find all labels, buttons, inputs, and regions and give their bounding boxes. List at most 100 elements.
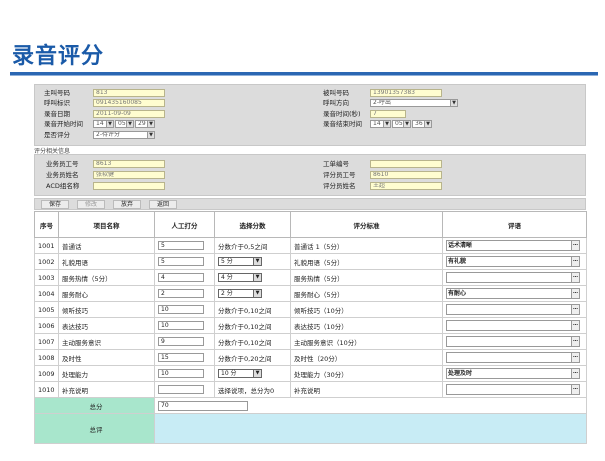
caller-field[interactable]: 813 bbox=[93, 89, 165, 97]
comment-field[interactable]: 话术清晰… bbox=[446, 240, 580, 251]
date-label: 录音日期 bbox=[44, 110, 70, 118]
manual-score-input[interactable] bbox=[158, 385, 204, 394]
row-no: 1010 bbox=[34, 381, 59, 398]
comment-field[interactable]: … bbox=[446, 336, 580, 347]
manual-score-input[interactable]: 10 bbox=[158, 369, 204, 378]
manual-score-input[interactable]: 2 bbox=[158, 289, 204, 298]
total-row: 总分 70 bbox=[34, 397, 587, 414]
ellipsis-icon[interactable]: … bbox=[571, 385, 579, 394]
rater-id-field[interactable]: 8610 bbox=[370, 171, 442, 179]
agent-name-label: 业务员姓名 bbox=[46, 171, 79, 179]
manual-score-input[interactable]: 10 bbox=[158, 305, 204, 314]
end-hour-select[interactable]: 14 ▼ bbox=[370, 120, 391, 128]
work-no-field[interactable] bbox=[370, 160, 442, 168]
row-standard: 主动服务意识（10分） bbox=[290, 333, 443, 350]
ellipsis-icon[interactable]: … bbox=[571, 321, 579, 330]
row-no: 1007 bbox=[34, 333, 59, 350]
row-no: 1001 bbox=[34, 237, 59, 254]
score-range-text: 分数介于0,10之间 bbox=[214, 333, 291, 350]
ellipsis-icon[interactable]: … bbox=[571, 273, 579, 282]
score-select[interactable]: 4 分 ▼ bbox=[218, 273, 262, 282]
score-select[interactable]: 10 分 ▼ bbox=[218, 369, 262, 378]
row-standard: 服务热情（5分） bbox=[290, 269, 443, 286]
summary-textarea[interactable] bbox=[154, 413, 587, 444]
score-table: 序号 项目名称 人工打分 选择分数 评分标准 评语 1001 普通话 5 分数介… bbox=[34, 211, 587, 444]
row-standard: 处理能力（30分） bbox=[290, 365, 443, 382]
manual-score-input[interactable]: 4 bbox=[158, 273, 204, 282]
back-button[interactable]: 返回 bbox=[149, 200, 177, 209]
row-item-name: 礼貌用语 bbox=[58, 253, 155, 270]
ellipsis-icon[interactable]: … bbox=[571, 337, 579, 346]
manual-score-input[interactable]: 10 bbox=[158, 321, 204, 330]
manual-score-input[interactable]: 5 bbox=[158, 257, 204, 266]
ellipsis-icon[interactable]: … bbox=[571, 241, 579, 250]
comment-field[interactable]: … bbox=[446, 384, 580, 395]
row-no: 1006 bbox=[34, 317, 59, 334]
comment-field[interactable]: 有礼貌… bbox=[446, 256, 580, 267]
ellipsis-icon[interactable]: … bbox=[571, 305, 579, 314]
col-header-select-score: 选择分数 bbox=[214, 211, 291, 238]
chevron-down-icon: ▼ bbox=[403, 121, 410, 127]
callid-label: 呼叫标识 bbox=[44, 99, 70, 107]
duration-field[interactable]: 7 bbox=[370, 110, 406, 118]
chevron-down-icon: ▼ bbox=[253, 290, 261, 297]
callee-field[interactable]: 13901357383 bbox=[370, 89, 442, 97]
score-select[interactable]: 5 分 ▼ bbox=[218, 257, 262, 266]
row-item-name: 普通话 bbox=[58, 237, 155, 254]
end-second-select[interactable]: 36 ▼ bbox=[412, 120, 432, 128]
callid-field[interactable]: 091435160085 bbox=[93, 99, 165, 107]
comment-field[interactable]: … bbox=[446, 352, 580, 363]
start-hour-select[interactable]: 14 ▼ bbox=[93, 120, 114, 128]
end-minute-select[interactable]: 05 ▼ bbox=[392, 120, 411, 128]
score-select[interactable]: 2 分 ▼ bbox=[218, 289, 262, 298]
manual-score-input[interactable]: 5 bbox=[158, 241, 204, 250]
agent-id-field[interactable]: 8613 bbox=[93, 160, 165, 168]
row-standard: 及时性（20分） bbox=[290, 349, 443, 366]
row-item-name: 服务热情（5分） bbox=[58, 269, 155, 286]
ellipsis-icon[interactable]: … bbox=[571, 289, 579, 298]
ellipsis-icon[interactable]: … bbox=[571, 369, 579, 378]
score-range-text: 分数介于0,20之间 bbox=[214, 349, 291, 366]
summary-row: 总评 bbox=[34, 413, 587, 444]
col-header-comment: 评语 bbox=[442, 211, 587, 238]
rater-name-label: 评分员姓名 bbox=[323, 182, 356, 190]
direction-label: 呼叫方向 bbox=[323, 99, 349, 107]
row-no: 1008 bbox=[34, 349, 59, 366]
save-button[interactable]: 保存 bbox=[41, 200, 69, 209]
start-second-select[interactable]: 29 ▼ bbox=[135, 120, 155, 128]
row-no: 1005 bbox=[34, 301, 59, 318]
chevron-down-icon: ▼ bbox=[383, 121, 390, 127]
duration-label: 录音时间(秒) bbox=[323, 110, 361, 118]
table-row: 1005 倾听技巧 10 分数介于0,10之间 倾听技巧（10分） … bbox=[34, 301, 587, 318]
row-standard: 倾听技巧（10分） bbox=[290, 301, 443, 318]
table-header-row: 序号 项目名称 人工打分 选择分数 评分标准 评语 bbox=[34, 211, 587, 238]
direction-select[interactable]: 2-呼出 ▼ bbox=[370, 99, 458, 107]
evaluated-select[interactable]: 2-待评分 ▼ bbox=[93, 131, 155, 139]
start-time-label: 录音开始时间 bbox=[44, 120, 83, 128]
acd-field[interactable] bbox=[93, 182, 165, 190]
chevron-down-icon: ▼ bbox=[147, 121, 154, 127]
agent-name-field[interactable]: 张软健 bbox=[93, 171, 165, 179]
ellipsis-icon[interactable]: … bbox=[571, 257, 579, 266]
total-score-field[interactable]: 70 bbox=[158, 400, 248, 411]
comment-field[interactable]: … bbox=[446, 320, 580, 331]
manual-score-input[interactable]: 15 bbox=[158, 353, 204, 362]
end-time-label: 录音结束时间 bbox=[323, 120, 362, 128]
comment-field[interactable]: … bbox=[446, 304, 580, 315]
date-field[interactable]: 2011-09-09 bbox=[93, 110, 165, 118]
col-header-item: 项目名称 bbox=[58, 211, 155, 238]
manual-score-input[interactable]: 9 bbox=[158, 337, 204, 346]
page-title: 录音评分 bbox=[12, 44, 105, 69]
row-no: 1009 bbox=[34, 365, 59, 382]
ellipsis-icon[interactable]: … bbox=[571, 353, 579, 362]
comment-field[interactable]: 处理及时… bbox=[446, 368, 580, 379]
comment-field[interactable]: … bbox=[446, 272, 580, 283]
chevron-down-icon: ▼ bbox=[126, 121, 133, 127]
summary-label: 总评 bbox=[34, 413, 155, 444]
discard-button[interactable]: 放弃 bbox=[113, 200, 141, 209]
modify-button[interactable]: 修改 bbox=[77, 200, 105, 209]
chevron-down-icon: ▼ bbox=[253, 258, 261, 265]
start-minute-select[interactable]: 05 ▼ bbox=[115, 120, 134, 128]
rater-name-field[interactable]: 王超 bbox=[370, 182, 442, 190]
comment-field[interactable]: 有耐心… bbox=[446, 288, 580, 299]
